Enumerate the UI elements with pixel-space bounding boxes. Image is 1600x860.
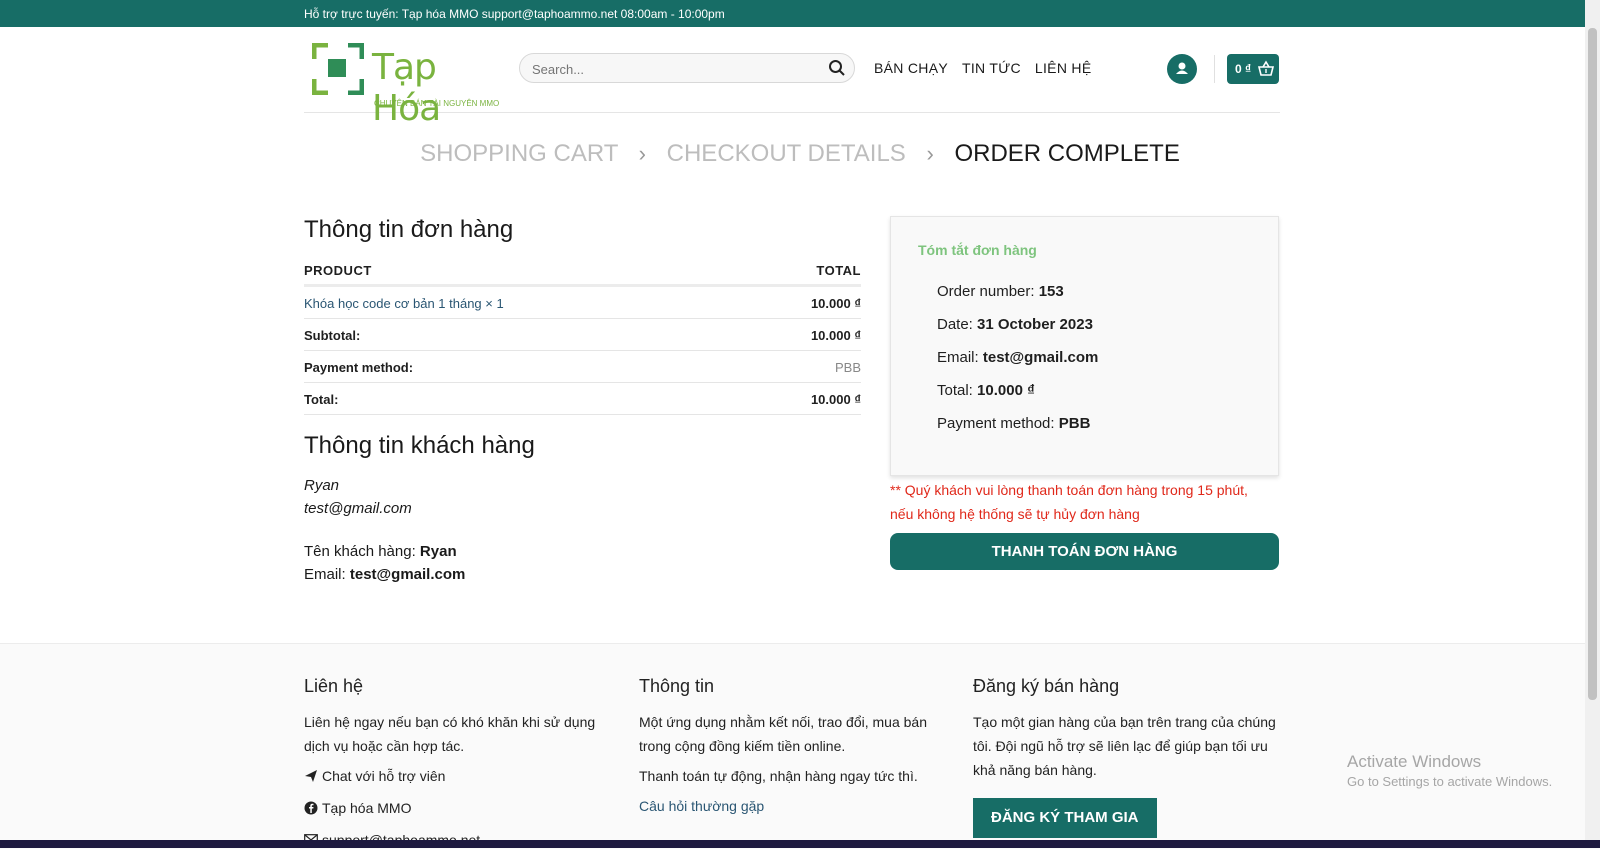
cart-total: 0 ₫ <box>1235 62 1252 76</box>
footer-info-desc: Một ứng dụng nhằm kết nối, trao đổi, mua… <box>639 714 927 754</box>
total-label: Total: <box>304 392 339 407</box>
nav-best-sellers[interactable]: BÁN CHẠY <box>874 60 948 76</box>
order-summary-box: Tóm tắt đơn hàng Order number: 153 Date:… <box>890 216 1279 476</box>
support-info: Hỗ trợ trực tuyến: Tạp hóa MMO support@t… <box>304 7 725 21</box>
customer-name: Ryan <box>304 477 340 494</box>
chevron-right-icon: › <box>638 141 646 166</box>
list-item: Date: 31 October 2023 <box>937 316 1093 333</box>
step-checkout-details[interactable]: CHECKOUT DETAILS <box>667 140 906 167</box>
summary-title: Tóm tắt đơn hàng <box>918 242 1037 258</box>
facebook-icon <box>304 801 318 815</box>
header-divider <box>1214 55 1215 83</box>
site-footer: Liên hệ Liên hệ ngay nếu bạn có khó khăn… <box>0 643 1600 849</box>
site-header: Tạp Hóa CHUYÊN BÁN TÀI NGUYÊN MMO BÁN CH… <box>304 27 1280 129</box>
site-logo[interactable]: Tạp Hóa CHUYÊN BÁN TÀI NGUYÊN MMO <box>312 41 499 129</box>
footer-info: Thông tin Một ứng dụng nhằm kết nối, tra… <box>639 674 949 824</box>
pay-order-button[interactable]: THANH TOÁN ĐƠN HÀNG <box>890 533 1279 570</box>
logo-subtitle: CHUYÊN BÁN TÀI NGUYÊN MMO <box>374 99 500 108</box>
list-item: Payment method: PBB <box>937 415 1091 432</box>
payment-method-value: PBB <box>834 360 861 375</box>
footer-register: Đăng ký bán hàng Tạo một gian hàng của b… <box>973 674 1283 838</box>
footer-register-desc: Tạo một gian hàng của bạn trên trang của… <box>973 714 1276 778</box>
subtotal-label: Subtotal: <box>304 328 361 343</box>
logo-icon <box>312 43 364 95</box>
table-row: Total: 10.000 ₫ <box>304 383 861 415</box>
user-icon <box>1176 62 1188 74</box>
list-item: Email: test@gmail.com <box>937 349 1099 366</box>
main-nav: BÁN CHẠY TIN TỨC LIÊN HỆ <box>874 60 1091 76</box>
page-scrollbar[interactable] <box>1585 0 1600 848</box>
customer-name-label: Tên khách hàng: <box>304 543 416 560</box>
search-box <box>519 53 855 83</box>
subtotal-value: 10.000 ₫ <box>810 328 861 343</box>
faq-link[interactable]: Câu hỏi thường gặp <box>639 794 949 818</box>
table-row: Payment method: PBB <box>304 351 861 383</box>
list-item: Total: 10.000 ₫ <box>937 382 1035 399</box>
table-header-row: PRODUCT TOTAL <box>304 258 861 287</box>
customer-email: test@gmail.com <box>304 500 412 517</box>
order-number: 153 <box>1038 283 1064 300</box>
order-table: PRODUCT TOTAL Khóa học code cơ bản 1 thá… <box>304 258 861 415</box>
item-total: 10.000 ₫ <box>810 296 861 311</box>
chevron-right-icon: › <box>926 141 934 166</box>
order-date: 31 October 2023 <box>977 316 1093 333</box>
scrollbar-thumb[interactable] <box>1588 28 1597 700</box>
step-order-complete: ORDER COMPLETE <box>954 140 1180 167</box>
payment-warning: ** Quý khách vui lòng thanh toán đơn hàn… <box>890 482 1248 522</box>
basket-icon <box>1257 60 1275 76</box>
customer-email-label: Email: <box>304 566 346 583</box>
top-announcement-bar: Hỗ trợ trực tuyến: Tạp hóa MMO support@t… <box>0 0 1600 27</box>
chat-link[interactable]: Chat với hỗ trợ viên <box>304 764 614 788</box>
customer-info-heading: Thông tin khách hàng <box>304 432 535 459</box>
total-value: 10.000 ₫ <box>810 392 861 407</box>
account-button[interactable] <box>1167 54 1197 84</box>
col-total: TOTAL <box>816 263 861 278</box>
payment-method-label: Payment method: <box>304 360 414 375</box>
table-row: Subtotal: 10.000 ₫ <box>304 319 861 351</box>
paper-plane-icon <box>305 770 317 782</box>
order-payment: PBB <box>1058 415 1091 432</box>
footer-register-title: Đăng ký bán hàng <box>973 676 1120 696</box>
order-info-heading: Thông tin đơn hàng <box>304 216 514 243</box>
register-seller-button[interactable]: ĐĂNG KÝ THAM GIA <box>973 798 1157 838</box>
search-input[interactable] <box>530 58 814 80</box>
os-taskbar <box>0 840 1600 848</box>
customer-details: Ryan test@gmail.com Tên khách hàng: Ryan… <box>304 474 465 586</box>
col-product: PRODUCT <box>304 263 372 278</box>
cart-button[interactable]: 0 ₫ <box>1227 54 1279 84</box>
footer-info-title: Thông tin <box>639 676 715 696</box>
facebook-link[interactable]: Tạp hóa MMO <box>304 796 614 820</box>
windows-activation-watermark: Activate Windows Go to Settings to activ… <box>1347 752 1553 789</box>
customer-name-value: Ryan <box>419 543 457 560</box>
footer-contact-title: Liên hệ <box>304 676 364 696</box>
checkout-steps: SHOPPING CART › CHECKOUT DETAILS › ORDER… <box>0 140 1600 168</box>
nav-news[interactable]: TIN TỨC <box>962 60 1021 76</box>
product-link[interactable]: Khóa học code cơ bản 1 tháng × 1 <box>304 296 504 311</box>
step-shopping-cart[interactable]: SHOPPING CART <box>420 140 618 167</box>
footer-info-auto: Thanh toán tự động, nhận hàng ngay tức t… <box>639 768 918 784</box>
search-icon[interactable] <box>828 59 846 77</box>
order-total: 10.000 ₫ <box>977 382 1035 399</box>
table-row: Khóa học code cơ bản 1 tháng × 1 10.000 … <box>304 287 861 319</box>
customer-email-value: test@gmail.com <box>349 566 466 583</box>
footer-contact: Liên hệ Liên hệ ngay nếu bạn có khó khăn… <box>304 674 614 860</box>
footer-contact-desc: Liên hệ ngay nếu bạn có khó khăn khi sử … <box>304 714 596 754</box>
order-email: test@gmail.com <box>982 349 1099 366</box>
list-item: Order number: 153 <box>937 283 1064 300</box>
summary-list: Order number: 153 Date: 31 October 2023 … <box>937 275 1098 440</box>
logo-title: Tạp Hóa <box>372 47 441 129</box>
nav-contact[interactable]: LIÊN HỆ <box>1035 60 1092 76</box>
